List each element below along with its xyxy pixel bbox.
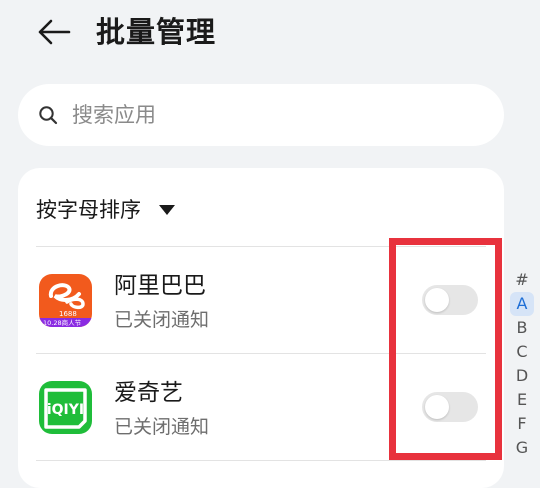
index-letter-g[interactable]: G [510, 436, 534, 460]
search-input[interactable] [72, 92, 482, 138]
app-row-iqiyi[interactable]: iQIYI 爱奇艺 已关闭通知 [18, 354, 504, 460]
divider [36, 460, 486, 461]
search-bar[interactable] [18, 84, 504, 146]
alibaba-app-icon: 1688 10.28商人节 [39, 274, 92, 327]
sort-dropdown[interactable]: 按字母排序 [36, 192, 175, 228]
app-name: 阿里巴巴 [114, 273, 206, 299]
alphabet-index[interactable]: # A B C D E F G [508, 268, 536, 460]
index-letter-a[interactable]: A [510, 292, 534, 316]
back-button[interactable] [34, 12, 74, 52]
index-letter-d[interactable]: D [510, 364, 534, 388]
app-name: 爱奇艺 [114, 380, 183, 406]
search-icon [39, 106, 58, 125]
app-list-card: 按字母排序 1688 10.28商人节 阿里巴巴 已关闭通知 iQIYI 爱奇艺… [18, 168, 504, 488]
toggle-knob [425, 395, 449, 419]
iqiyi-app-icon: iQIYI [39, 381, 92, 434]
notification-toggle-alibaba[interactable] [422, 285, 478, 315]
toggle-knob [425, 288, 449, 312]
back-arrow-icon [38, 19, 71, 45]
index-letter-c[interactable]: C [510, 340, 534, 364]
header: 批量管理 [0, 0, 540, 66]
alibaba-icon-badge: 10.28商人节 [43, 318, 82, 327]
index-letter-f[interactable]: F [510, 412, 534, 436]
sort-label: 按字母排序 [36, 198, 141, 222]
page-title: 批量管理 [96, 15, 217, 49]
app-status: 已关闭通知 [114, 416, 210, 438]
caret-down-icon [159, 205, 175, 215]
notification-toggle-iqiyi[interactable] [422, 392, 478, 422]
index-letter-b[interactable]: B [510, 316, 534, 340]
app-row-alibaba[interactable]: 1688 10.28商人节 阿里巴巴 已关闭通知 [18, 247, 504, 353]
iqiyi-icon-text: iQIYI [47, 402, 84, 418]
index-letter-hash[interactable]: # [510, 268, 534, 292]
index-letter-e[interactable]: E [510, 388, 534, 412]
app-status: 已关闭通知 [114, 309, 210, 331]
alibaba-icon-text: 1688 [59, 310, 77, 318]
